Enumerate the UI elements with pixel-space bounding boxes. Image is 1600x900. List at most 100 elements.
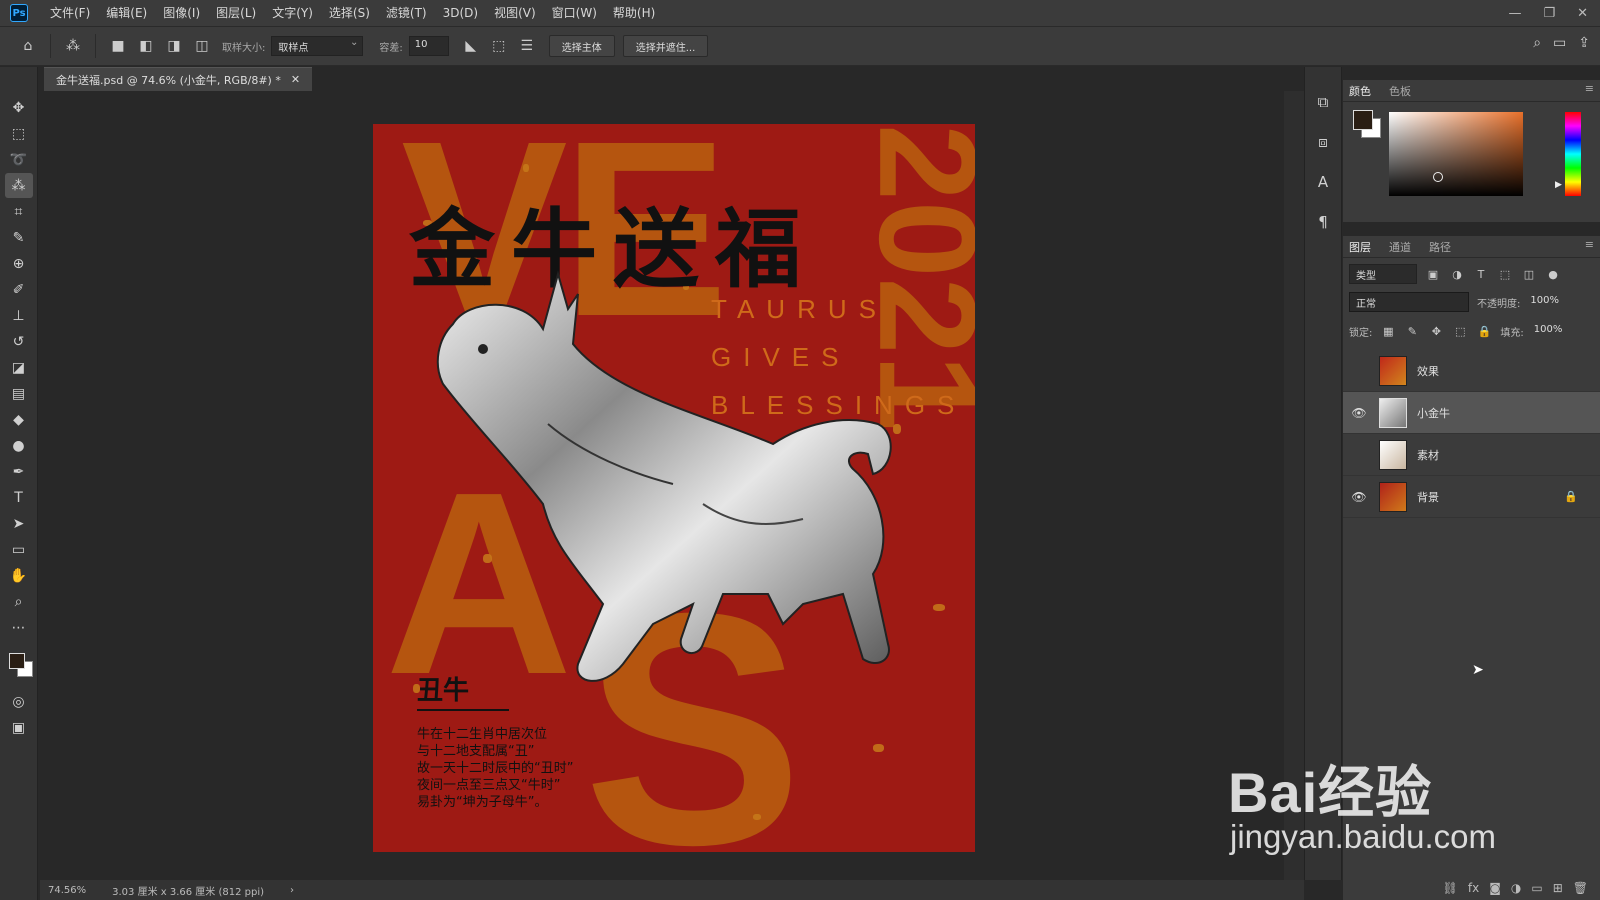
dodge-tool-icon[interactable]: ● [5,433,33,458]
share-icon[interactable]: ⇪ [1578,35,1590,51]
move-tool-icon[interactable]: ✥ [5,95,33,120]
type-tool-icon[interactable]: T [5,485,33,510]
menu-image[interactable]: 图像(I) [155,0,208,26]
layer-row-background[interactable]: 👁 背景 🔒 [1343,476,1600,518]
hue-arrow-icon[interactable]: ▶ [1555,180,1562,190]
tab-swatches[interactable]: 色板 [1389,83,1411,99]
rectangle-tool-icon[interactable]: ▭ [5,537,33,562]
marquee-tool-icon[interactable]: ⬚ [5,121,33,146]
poster-canvas[interactable]: VE A S 2021 金牛送福 TAURUS GIVES BLESSINGS … [373,124,975,852]
zoom-tool-icon[interactable]: ⌕ [5,589,33,614]
gradient-tool-icon[interactable]: ▤ [5,381,33,406]
tab-layers[interactable]: 图层 [1349,239,1371,255]
status-arrow-icon[interactable]: › [290,885,294,896]
tolerance-input[interactable]: 10 [408,36,449,56]
workspace-icon[interactable]: ▭ [1553,35,1566,51]
blend-mode-select[interactable]: 正常 [1349,292,1469,312]
screen-mode-icon[interactable]: ▣ [5,715,33,740]
character-icon[interactable]: A [1310,169,1336,195]
kind-filter-select[interactable]: 类型 [1349,264,1417,284]
history-icon[interactable]: ⧉ [1310,89,1336,115]
hand-tool-icon[interactable]: ✋ [5,563,33,588]
close-button[interactable]: ✕ [1577,6,1588,21]
tab-color[interactable]: 颜色 [1349,83,1371,99]
lock-pixels-icon[interactable]: ✎ [1404,325,1420,338]
lock-transparent-icon[interactable]: ▦ [1380,325,1396,338]
new-layer-icon[interactable]: ⊞ [1553,881,1563,895]
layer-row-ox[interactable]: 👁 小金牛 [1343,392,1600,434]
type-filter-icon[interactable]: T [1473,268,1489,281]
add-mask-icon[interactable]: ◙ [1489,881,1501,895]
color-picker-handle[interactable] [1433,172,1443,182]
add-selection-icon[interactable]: ◧ [134,34,158,58]
lock-all-icon[interactable]: 🔒 [1476,325,1492,338]
minimize-button[interactable]: — [1508,6,1521,21]
menu-3d[interactable]: 3D(D) [435,0,486,26]
subtract-selection-icon[interactable]: ◨ [162,34,186,58]
hue-slider[interactable] [1565,112,1581,196]
menu-window[interactable]: 窗口(W) [544,0,605,26]
pen-tool-icon[interactable]: ✒ [5,459,33,484]
menu-filter[interactable]: 滤镜(T) [378,0,435,26]
eye-icon[interactable]: 👁 [1351,406,1367,420]
tab-paths[interactable]: 路径 [1429,239,1451,255]
lock-position-icon[interactable]: ✥ [1428,325,1444,338]
menu-view[interactable]: 视图(V) [486,0,544,26]
sample-all-layers-icon[interactable]: ☰ [515,34,539,58]
healing-brush-icon[interactable]: ⊕ [5,251,33,276]
stamp-tool-icon[interactable]: ⊥ [5,303,33,328]
filter-toggle-icon[interactable]: ● [1545,268,1561,281]
new-selection-icon[interactable]: ■ [106,34,130,58]
path-select-icon[interactable]: ➤ [5,511,33,536]
new-group-icon[interactable]: ▭ [1531,881,1542,895]
menu-help[interactable]: 帮助(H) [605,0,663,26]
menu-layer[interactable]: 图层(L) [208,0,264,26]
panel-menu-icon[interactable]: ≡ [1585,82,1594,95]
select-subject-button[interactable]: 选择主体 [548,35,615,57]
layer-row-material[interactable]: 素材 [1343,434,1600,476]
lock-artboard-icon[interactable]: ⬚ [1452,325,1468,338]
delete-layer-icon[interactable]: 🗑 [1573,881,1588,895]
menu-file[interactable]: 文件(F) [42,0,98,26]
more-tools-icon[interactable]: ⋯ [5,615,33,640]
shape-filter-icon[interactable]: ⬚ [1497,268,1513,281]
magic-wand-tool-icon[interactable]: ⁂ [4,173,33,198]
fx-icon[interactable]: fx [1468,881,1479,895]
tab-channels[interactable]: 通道 [1389,239,1411,255]
anti-alias-icon[interactable]: ◣ [459,34,483,58]
fill-value[interactable]: 100% [1532,322,1566,340]
crop-tool-icon[interactable]: ⌗ [5,199,33,224]
restore-button[interactable]: ❐ [1543,6,1555,21]
home-icon[interactable]: ⌂ [16,34,40,58]
lock-icon[interactable]: 🔒 [1564,490,1578,503]
color-field[interactable] [1389,112,1523,196]
blur-tool-icon[interactable]: ◆ [5,407,33,432]
select-and-mask-button[interactable]: 选择并遮住... [622,35,709,57]
adjustment-filter-icon[interactable]: ◑ [1449,268,1465,281]
layer-row-effect[interactable]: 效果 [1343,350,1600,392]
eye-icon[interactable]: 👁 [1351,490,1367,504]
color-swatches[interactable] [5,651,33,681]
link-layers-icon[interactable]: ⛓ [1443,881,1458,895]
menu-select[interactable]: 选择(S) [321,0,378,26]
adjustment-layer-icon[interactable]: ◑ [1511,881,1521,895]
opacity-value[interactable]: 100% [1528,293,1562,311]
magic-wand-icon[interactable]: ⁂ [61,34,85,58]
adjustments-icon[interactable]: ⧈ [1310,129,1336,155]
panel-foreground-color[interactable] [1353,110,1373,130]
eyedropper-tool-icon[interactable]: ✎ [5,225,33,250]
document-tab[interactable]: 金牛送福.psd @ 74.6% (小金牛, RGB/8#) * ✕ [44,67,313,91]
intersect-selection-icon[interactable]: ◫ [190,34,214,58]
smart-object-filter-icon[interactable]: ◫ [1521,268,1537,281]
lasso-tool-icon[interactable]: ➰ [5,147,33,172]
eraser-tool-icon[interactable]: ◪ [5,355,33,380]
close-tab-icon[interactable]: ✕ [291,73,300,86]
menu-edit[interactable]: 编辑(E) [98,0,155,26]
paragraph-icon[interactable]: ¶ [1310,209,1336,235]
search-icon[interactable]: ⌕ [1533,35,1541,51]
panel-menu-icon[interactable]: ≡ [1585,238,1594,251]
foreground-color[interactable] [8,653,25,669]
sample-size-select[interactable]: 取样点 [271,36,364,56]
pixel-filter-icon[interactable]: ▣ [1425,268,1441,281]
quick-mask-icon[interactable]: ◎ [5,689,33,714]
